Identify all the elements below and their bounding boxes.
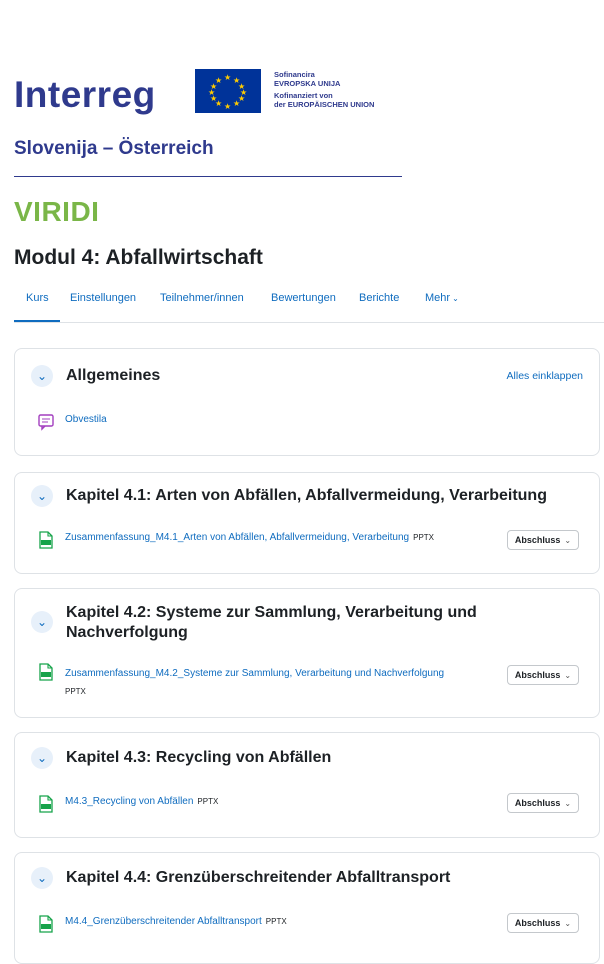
chevron-down-icon: ⌄ (564, 536, 572, 545)
tab-einstellungen[interactable]: Einstellungen (70, 292, 136, 316)
file-type-badge: PPTX (65, 687, 86, 696)
chevron-down-icon[interactable]: ⌄ (31, 611, 53, 633)
interreg-logo: Interreg ★ ★ ★ ★ ★ ★ ★ ★ ★ ★ ★ ★ Sofinan… (14, 62, 414, 182)
activity-link[interactable]: M4.4_Grenzüberschreitender Abfalltranspo… (65, 915, 262, 929)
course-nav-tabs: Kurs Einstellungen Teilnehmer/innen Bewe… (14, 292, 604, 324)
tab-kurs[interactable]: Kurs (26, 292, 49, 316)
tabs-divider (14, 322, 604, 323)
completion-label: Abschluss (514, 670, 561, 680)
completion-dropdown[interactable]: Abschluss ⌄ (507, 793, 579, 813)
eu-flag-icon: ★ ★ ★ ★ ★ ★ ★ ★ ★ ★ ★ ★ (195, 69, 261, 113)
activity-forum: Obvestila (37, 413, 107, 431)
tab-mehr[interactable]: Mehr ⌄ (425, 292, 459, 316)
activity-link[interactable]: Obvestila (65, 413, 107, 427)
eu-cofunding-text: Sofinancira EVROPSKA UNIJA Kofinanziert … (274, 70, 424, 109)
activity-link[interactable]: Zusammenfassung_M4.2_Systeme zur Sammlun… (65, 668, 444, 679)
interreg-wordmark: Interreg (14, 74, 156, 115)
chevron-down-icon: ⌄ (564, 671, 572, 680)
completion-label: Abschluss (514, 535, 561, 545)
activity-link[interactable]: Zusammenfassung_M4.1_Arten von Abfällen,… (65, 531, 409, 545)
completion-dropdown[interactable]: Abschluss ⌄ (507, 665, 579, 685)
eu-line: Sofinancira (274, 70, 315, 79)
tab-bewertungen[interactable]: Bewertungen (271, 292, 336, 316)
activity-file: Zusammenfassung_M4.1_Arten von Abfällen,… (37, 531, 434, 549)
eu-line: der EUROPÄISCHEN UNION (274, 100, 375, 109)
section-kapitel-4-2: ⌄ Kapitel 4.2: Systeme zur Sammlung, Ver… (14, 588, 600, 718)
section-title[interactable]: Allgemeines (66, 366, 160, 386)
file-type-badge: PPTX (413, 533, 435, 542)
section-kapitel-4-3: ⌄ Kapitel 4.3: Recycling von Abfällen M4… (14, 732, 600, 838)
tab-teilnehmer[interactable]: Teilnehmer/innen (160, 292, 244, 316)
section-title[interactable]: Kapitel 4.3: Recycling von Abfällen (66, 748, 331, 768)
completion-dropdown[interactable]: Abschluss ⌄ (507, 530, 579, 550)
eu-line: EVROPSKA UNIJA (274, 79, 341, 88)
chevron-down-icon: ⌄ (452, 294, 459, 303)
completion-label: Abschluss (514, 798, 561, 808)
activity-link[interactable]: M4.3_Recycling von Abfällen (65, 795, 193, 809)
section-title[interactable]: Kapitel 4.4: Grenzüberschreitender Abfal… (66, 868, 450, 888)
site-title[interactable]: VIRIDI (14, 196, 99, 228)
activity-file: Zusammenfassung_M4.2_Systeme zur Sammlun… (37, 663, 487, 699)
collapse-all-link[interactable]: Alles einklappen (507, 370, 583, 382)
eu-line: Kofinanziert von (274, 91, 333, 100)
section-allgemeines: ⌄ Allgemeines Alles einklappen Obvestila (14, 348, 600, 456)
pptx-file-icon (39, 915, 53, 933)
logo-divider (14, 176, 402, 177)
chevron-down-icon: ⌄ (564, 919, 572, 928)
chevron-down-icon[interactable]: ⌄ (31, 867, 53, 889)
completion-dropdown[interactable]: Abschluss ⌄ (507, 913, 579, 933)
section-title[interactable]: Kapitel 4.1: Arten von Abfällen, Abfallv… (66, 486, 547, 506)
activity-file: M4.4_Grenzüberschreitender Abfalltranspo… (37, 915, 287, 933)
file-type-badge: PPTX (265, 917, 287, 926)
section-kapitel-4-4: ⌄ Kapitel 4.4: Grenzüberschreitender Abf… (14, 852, 600, 964)
pptx-file-icon (39, 663, 53, 681)
chevron-down-icon: ⌄ (564, 799, 572, 808)
pptx-file-icon (39, 795, 53, 813)
file-type-badge: PPTX (197, 797, 219, 806)
tab-berichte[interactable]: Berichte (359, 292, 399, 316)
chevron-down-icon[interactable]: ⌄ (31, 747, 53, 769)
chevron-down-icon[interactable]: ⌄ (31, 365, 53, 387)
region-name: Slovenija – Österreich (14, 138, 214, 159)
activity-file: M4.3_Recycling von Abfällen PPTX (37, 795, 218, 813)
section-kapitel-4-1: ⌄ Kapitel 4.1: Arten von Abfällen, Abfal… (14, 472, 600, 574)
section-title[interactable]: Kapitel 4.2: Systeme zur Sammlung, Verar… (66, 603, 526, 643)
completion-label: Abschluss (514, 918, 561, 928)
chevron-down-icon[interactable]: ⌄ (31, 485, 53, 507)
forum-icon (38, 414, 54, 431)
course-title: Modul 4: Abfallwirtschaft (14, 246, 263, 269)
tab-mehr-label: Mehr (425, 292, 451, 304)
pptx-file-icon (39, 531, 53, 549)
